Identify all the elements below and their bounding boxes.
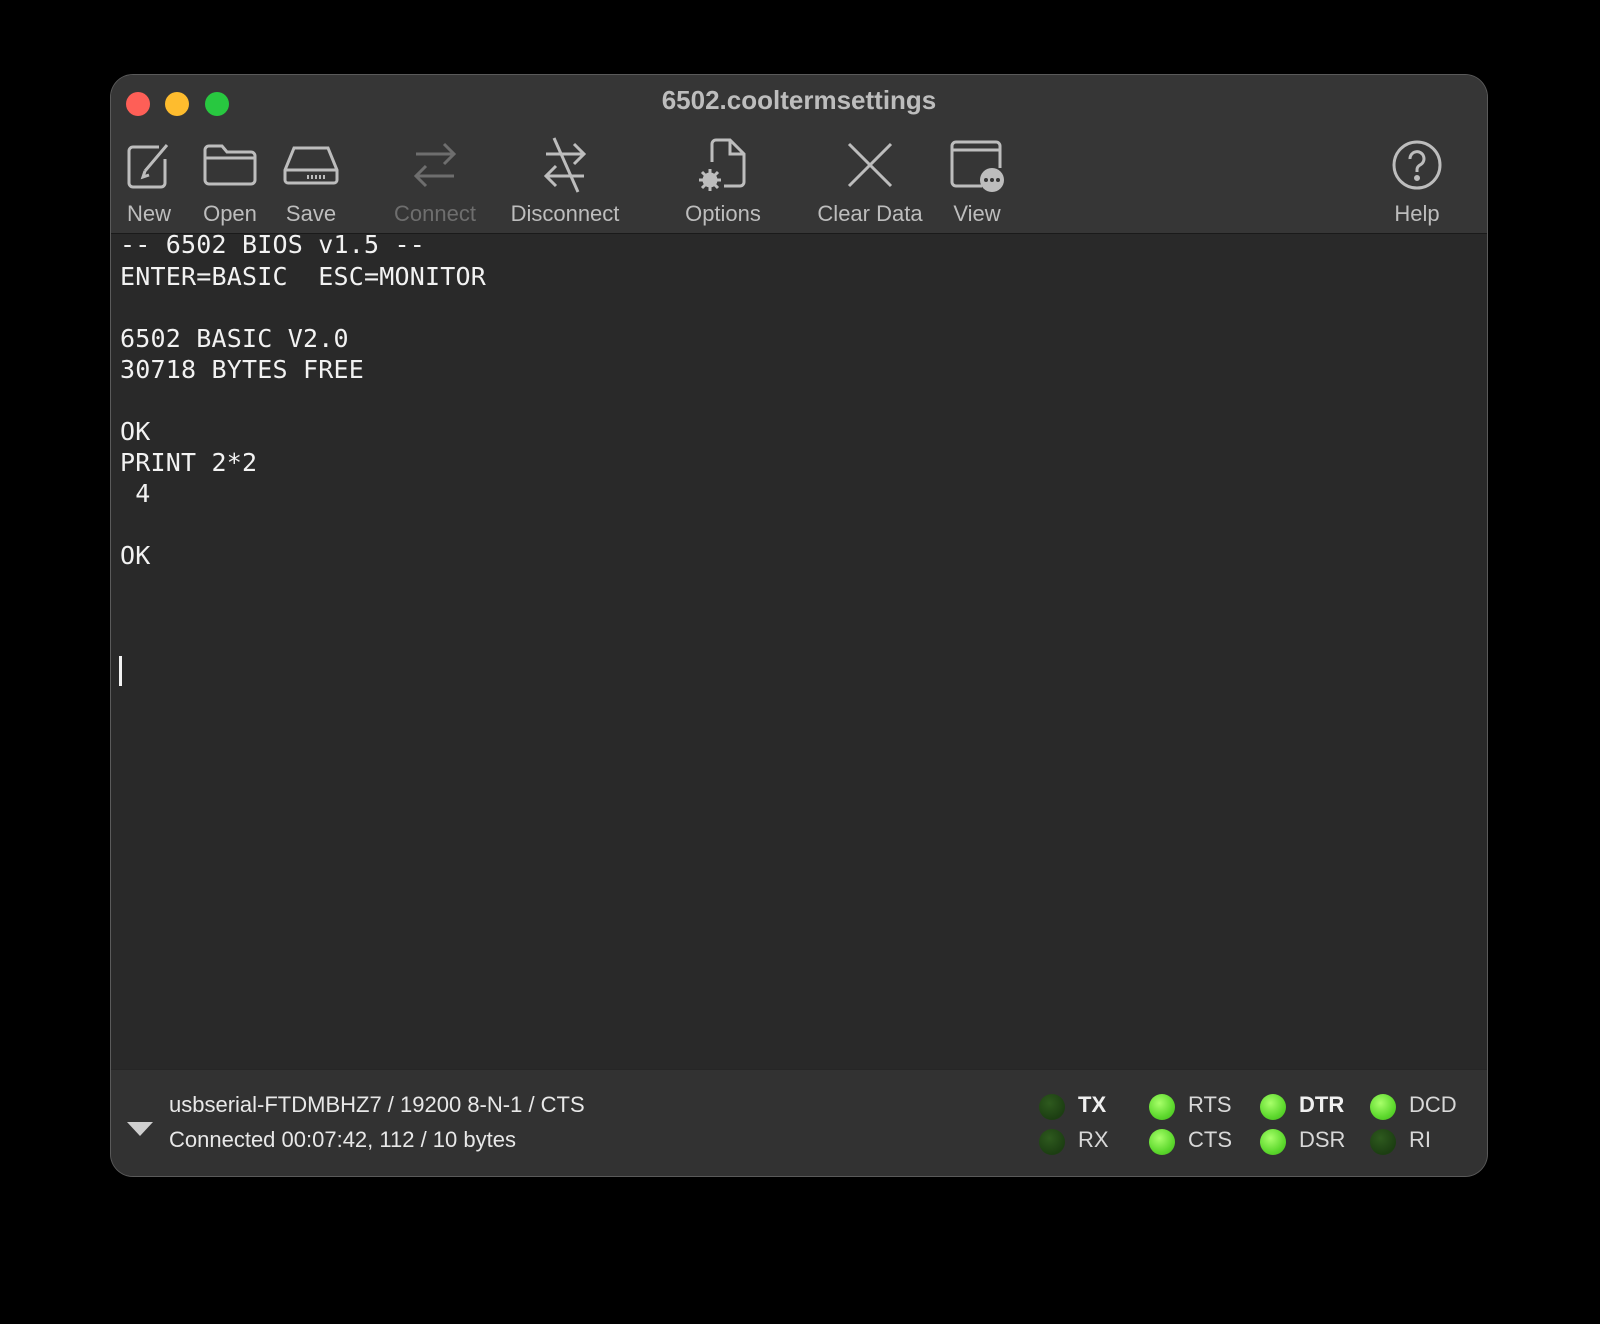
connection-info: Connected 00:07:42, 112 / 10 bytes [169, 1127, 516, 1152]
options-label: Options [685, 201, 761, 226]
save-label: Save [285, 201, 337, 226]
dsr-led [1260, 1129, 1286, 1155]
rx-led [1039, 1129, 1065, 1155]
tx-label: TX [1078, 1092, 1107, 1117]
view-button[interactable]: View [912, 131, 1042, 227]
connect-button[interactable]: Connect [370, 131, 500, 227]
terminal-line: 6502 BASIC V2.0 [120, 324, 349, 353]
text-cursor [119, 656, 122, 686]
question-circle-icon [1352, 131, 1482, 199]
ri-led [1370, 1129, 1396, 1155]
view-label: View [953, 201, 1001, 226]
disconnect-label: Disconnect [510, 201, 620, 226]
cts-led [1149, 1129, 1175, 1155]
help-label: Help [1394, 201, 1440, 226]
disclosure-triangle-icon[interactable] [127, 1122, 153, 1136]
toolbar: 6502.cooltermsettings New Open Save Conn… [111, 75, 1487, 234]
terminal-line: PRINT 2*2 [120, 448, 258, 477]
terminal-line: 30718 BYTES FREE [120, 355, 365, 384]
rts-led[interactable] [1149, 1094, 1175, 1120]
document-gear-icon [658, 131, 788, 199]
cts-label: CTS [1188, 1127, 1232, 1152]
ri-label: RI [1409, 1127, 1431, 1152]
connect-label: Connect [394, 201, 476, 226]
app-window: 6502.cooltermsettings New Open Save Conn… [111, 75, 1487, 1176]
arrows-exchange-icon [370, 131, 500, 199]
dcd-label: DCD [1409, 1092, 1457, 1117]
dtr-led[interactable] [1260, 1094, 1286, 1120]
options-button[interactable]: Options [658, 131, 788, 227]
terminal-line: OK [120, 417, 151, 446]
dtr-label: DTR [1299, 1092, 1345, 1117]
terminal-output[interactable]: -- 6502 BIOS v1.5 -- ENTER=BASIC ESC=MON… [111, 230, 1487, 1144]
disconnect-button[interactable]: Disconnect [500, 131, 630, 227]
disconnect-icon [500, 131, 630, 199]
terminal-line: 4 [120, 479, 151, 508]
drive-icon [246, 131, 376, 199]
terminal-line: ENTER=BASIC ESC=MONITOR [120, 262, 487, 291]
window-title: 6502.cooltermsettings [661, 85, 937, 115]
tx-led [1039, 1094, 1065, 1120]
terminal-line: -- 6502 BIOS v1.5 -- [120, 230, 426, 259]
port-info: usbserial-FTDMBHZ7 / 19200 8-N-1 / CTS [169, 1092, 585, 1117]
rx-label: RX [1078, 1127, 1109, 1152]
save-button[interactable]: Save [246, 131, 376, 227]
help-button[interactable]: Help [1352, 131, 1482, 227]
rts-label: RTS [1188, 1092, 1232, 1117]
dcd-led [1370, 1094, 1396, 1120]
window-view-icon [912, 131, 1042, 199]
terminal-line: OK [120, 541, 151, 570]
status-bar: usbserial-FTDMBHZ7 / 19200 8-N-1 / CTS C… [111, 1069, 1487, 1176]
dsr-label: DSR [1299, 1127, 1346, 1152]
